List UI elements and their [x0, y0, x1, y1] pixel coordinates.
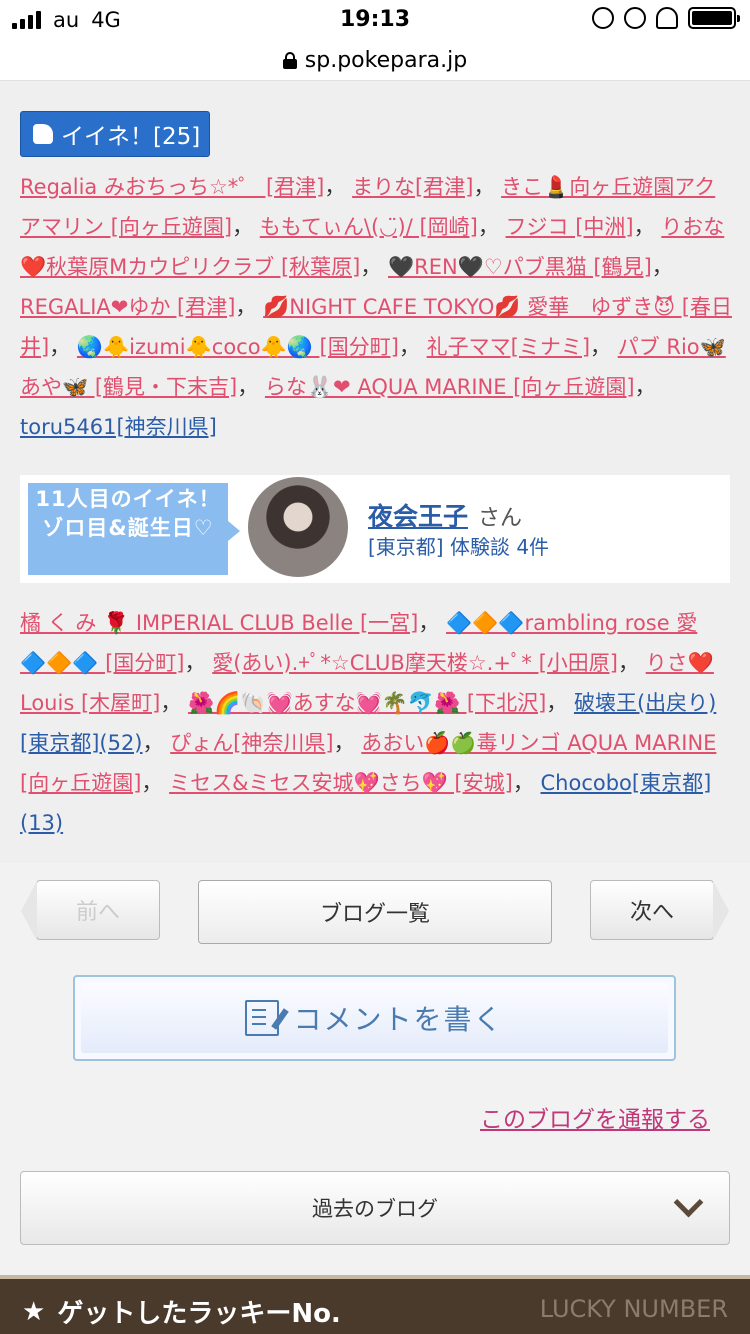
headphones-icon [656, 7, 678, 29]
separator: ， [49, 335, 77, 359]
separator: ， [546, 691, 574, 715]
liker-link[interactable]: 愛(あい).+ﾟ*☆CLUB摩天楼☆.+ﾟ* [小田原] [212, 651, 618, 675]
separator: ， [184, 651, 213, 675]
url-text: sp.pokepara.jp [304, 47, 468, 73]
featured-user-link[interactable]: 夜会王子 [368, 502, 468, 531]
liker-link[interactable]: 🌺🌈🐚💓あすな💓🌴🐬🌺 [下北沢] [188, 691, 546, 715]
likers-list-2: 橘 く み 🌹 IMPERIAL CLUB Belle [一宮]， 🔷🔶🔷ram… [20, 603, 732, 843]
status-right [592, 7, 740, 29]
report-link[interactable]: このブログを通報する [480, 1100, 710, 1134]
thumbs-up-icon [33, 124, 53, 144]
next-button[interactable]: 次へ [590, 880, 729, 941]
liker-link[interactable]: ももてぃん\(◡̈)/ [岡崎] [260, 215, 478, 239]
liker-link[interactable]: ぴょん[神奈川県] [170, 731, 333, 755]
separator: ， [232, 215, 260, 239]
liker-link[interactable]: Regalia みおちっち☆*゜ [君津] [20, 175, 324, 199]
liker-link[interactable]: 🌏🐥izumi🐥coco🐥🌏 [国分町] [77, 335, 399, 359]
separator: ， [398, 335, 427, 359]
liker-link[interactable]: ミセス&ミセス安城💖さち💖 [安城] [169, 771, 513, 795]
liker-link[interactable]: toru5461[神奈川県] [20, 415, 217, 439]
write-comment-button[interactable]: コメントを書く [73, 975, 676, 1061]
liker-link[interactable]: まりな[君津] [352, 175, 473, 199]
separator: ， [235, 295, 264, 319]
featured-badge: 11人目のイイネ！ ゾロ目&誕生日♡ [28, 483, 240, 575]
separator: ， [633, 215, 662, 239]
separator: ， [141, 771, 170, 795]
separator: ， [473, 175, 502, 199]
write-comment-inner: コメントを書く [81, 983, 668, 1053]
edit-icon [245, 1000, 280, 1036]
alarm-icon [624, 7, 646, 29]
liker-link[interactable]: らな🐰❤ AQUA MARINE [向ヶ丘遊園] [265, 375, 635, 399]
status-bar: au 4G 19:13 [0, 0, 750, 40]
separator: ， [512, 771, 541, 795]
liker-link[interactable]: フジコ [中洲] [506, 215, 634, 239]
likes-panel: イイネ！[25] Regalia みおちっち☆*゜ [君津]， まりな[君津]，… [0, 81, 750, 863]
lucky-number-header: ★ ゲットしたラッキーNo. LUCKY NUMBER [0, 1275, 750, 1334]
star-icon: ★ [22, 1296, 46, 1327]
separator: ， [477, 215, 506, 239]
like-button[interactable]: イイネ！[25] [20, 111, 210, 157]
liker-link[interactable]: 🖤REN🖤♡パブ黒猫 [鶴見] [388, 255, 652, 279]
separator: ， [333, 731, 362, 755]
separator: ， [237, 375, 265, 399]
blog-list-button[interactable]: ブログ一覧 [198, 880, 552, 944]
lucky-title-text: ゲットしたラッキーNo. [57, 1299, 341, 1329]
featured-liker[interactable]: 11人目のイイネ！ ゾロ目&誕生日♡ 夜会王子 さん [東京都] 体験談 4件 [20, 475, 730, 583]
separator: ， [618, 651, 646, 675]
likers-list: Regalia みおちっち☆*゜ [君津]， まりな[君津]， きこ💄向ヶ丘遊園… [20, 167, 732, 447]
separator: ， [360, 255, 389, 279]
liker-link[interactable]: 礼子ママ[ミナミ] [427, 335, 590, 359]
lock-icon [282, 52, 297, 69]
separator: ， [324, 175, 353, 199]
separator: ， [142, 731, 171, 755]
separator: ， [590, 335, 618, 359]
chevron-down-icon [673, 1187, 704, 1218]
honorific: さん [478, 506, 523, 531]
featured-name: 夜会王子 さん [368, 497, 522, 533]
liker-link[interactable]: REGALIA❤ゆか [君津] [20, 295, 235, 319]
featured-subtext: [東京都] 体験談 4件 [368, 535, 550, 559]
prev-button[interactable]: 前へ [21, 880, 160, 941]
lucky-en-label: LUCKY NUMBER [539, 1295, 728, 1323]
liker-link[interactable]: 橘 く み 🌹 IMPERIAL CLUB Belle [一宮] [20, 611, 418, 635]
lucky-title: ★ ゲットしたラッキーNo. [22, 1293, 341, 1330]
past-blogs-label: 過去のブログ [312, 1197, 438, 1221]
rotation-lock-icon [592, 7, 614, 29]
separator: ， [634, 375, 656, 399]
battery-icon [688, 7, 740, 29]
separator: ， [418, 611, 447, 635]
past-blogs-dropdown[interactable]: 過去のブログ [20, 1171, 730, 1245]
separator: ， [160, 691, 189, 715]
url-bar[interactable]: sp.pokepara.jp [0, 40, 750, 81]
write-comment-label: コメントを書く [293, 1003, 504, 1036]
avatar[interactable] [248, 477, 348, 577]
like-label: イイネ！[25] [61, 124, 201, 150]
separator: ， [651, 255, 673, 279]
